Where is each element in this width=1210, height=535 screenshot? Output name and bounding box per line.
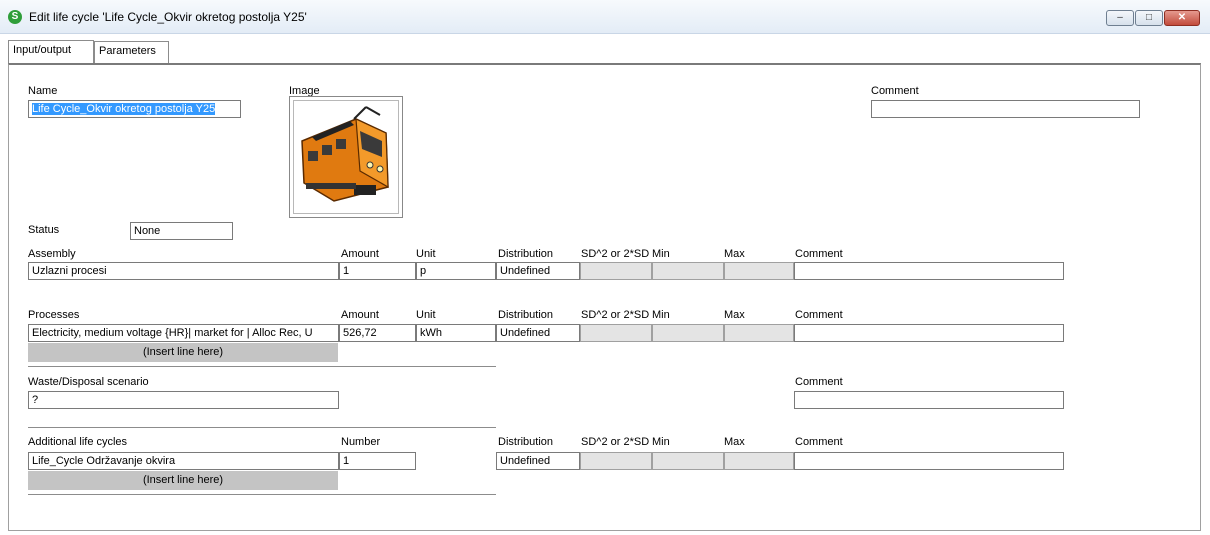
- assembly-distribution-header: Distribution: [498, 248, 554, 260]
- assembly-name-field[interactable]: Uzlazni procesi: [28, 262, 339, 280]
- processes-unit-header: Unit: [416, 309, 436, 321]
- processes-amount-header: Amount: [341, 309, 379, 321]
- additional-sd-field: [580, 452, 652, 470]
- name-field[interactable]: Life Cycle_Okvir okretog postolja Y25: [28, 100, 241, 118]
- assembly-max-header: Max: [724, 248, 745, 260]
- assembly-amount-header: Amount: [341, 248, 379, 260]
- additional-distribution-header: Distribution: [498, 436, 554, 448]
- header-comment-label: Comment: [871, 85, 919, 97]
- assembly-max-field: [724, 262, 794, 280]
- processes-amount-field[interactable]: 526,72: [339, 324, 416, 342]
- processes-separator: [28, 366, 496, 367]
- additional-max-field: [724, 452, 794, 470]
- simapro-icon: S: [8, 10, 22, 24]
- processes-distribution-field[interactable]: Undefined: [496, 324, 580, 342]
- additional-sd-header: SD^2 or 2*SD: [581, 436, 650, 448]
- processes-sd-header: SD^2 or 2*SD: [581, 309, 650, 321]
- additional-number-field[interactable]: 1: [339, 452, 416, 470]
- assembly-sd-field: [580, 262, 652, 280]
- processes-label: Processes: [28, 309, 80, 321]
- additional-min-header: Min: [652, 436, 670, 448]
- tab-input-output[interactable]: Input/output: [8, 40, 94, 64]
- assembly-distribution-field[interactable]: Undefined: [496, 262, 580, 280]
- additional-name-field[interactable]: Life_Cycle Održavanje okvira: [28, 452, 339, 470]
- image-inner-frame: [293, 100, 399, 214]
- processes-sd-field: [580, 324, 652, 342]
- processes-distribution-header: Distribution: [498, 309, 554, 321]
- additional-separator: [28, 494, 496, 495]
- assembly-min-header: Min: [652, 248, 670, 260]
- processes-min-header: Min: [652, 309, 670, 321]
- waste-field[interactable]: ?: [28, 391, 339, 409]
- assembly-comment-field[interactable]: [794, 262, 1064, 280]
- processes-comment-field[interactable]: [794, 324, 1064, 342]
- waste-separator: [28, 427, 496, 428]
- additional-min-field: [652, 452, 724, 470]
- maximize-button[interactable]: □: [1135, 10, 1163, 26]
- processes-max-header: Max: [724, 309, 745, 321]
- header-comment-field[interactable]: [871, 100, 1140, 118]
- tab-parameters[interactable]: Parameters: [94, 41, 169, 63]
- status-label: Status: [28, 224, 60, 236]
- additional-comment-header: Comment: [795, 436, 843, 448]
- assembly-amount-field[interactable]: 1: [339, 262, 416, 280]
- processes-unit-field[interactable]: kWh: [416, 324, 496, 342]
- title-bar: S Edit life cycle 'Life Cycle_Okvir okre…: [0, 0, 1210, 34]
- image-box[interactable]: [289, 96, 403, 218]
- processes-name-field[interactable]: Electricity, medium voltage {HR}| market…: [28, 324, 339, 342]
- processes-max-field: [724, 324, 794, 342]
- waste-label: Waste/Disposal scenario: [28, 376, 149, 388]
- waste-comment-label: Comment: [795, 376, 843, 388]
- assembly-unit-header: Unit: [416, 248, 436, 260]
- additional-distribution-field[interactable]: Undefined: [496, 452, 580, 470]
- locomotive-icon: [301, 106, 389, 202]
- processes-min-field: [652, 324, 724, 342]
- status-field[interactable]: None: [130, 222, 233, 240]
- close-button[interactable]: ✕: [1164, 10, 1200, 26]
- additional-number-header: Number: [341, 436, 381, 448]
- assembly-sd-header: SD^2 or 2*SD: [581, 248, 650, 260]
- additional-label: Additional life cycles: [28, 436, 128, 448]
- waste-comment-field[interactable]: [794, 391, 1064, 409]
- additional-insert-line-button[interactable]: (Insert line here): [28, 471, 338, 490]
- assembly-min-field: [652, 262, 724, 280]
- additional-comment-field[interactable]: [794, 452, 1064, 470]
- processes-insert-line-button[interactable]: (Insert line here): [28, 343, 338, 362]
- assembly-label: Assembly: [28, 248, 76, 260]
- minimize-button[interactable]: –: [1106, 10, 1134, 26]
- additional-max-header: Max: [724, 436, 745, 448]
- processes-comment-header: Comment: [795, 309, 843, 321]
- assembly-unit-field[interactable]: p: [416, 262, 496, 280]
- name-label: Name: [28, 85, 58, 97]
- assembly-comment-header: Comment: [795, 248, 843, 260]
- window-title: Edit life cycle 'Life Cycle_Okvir okreto…: [29, 10, 307, 24]
